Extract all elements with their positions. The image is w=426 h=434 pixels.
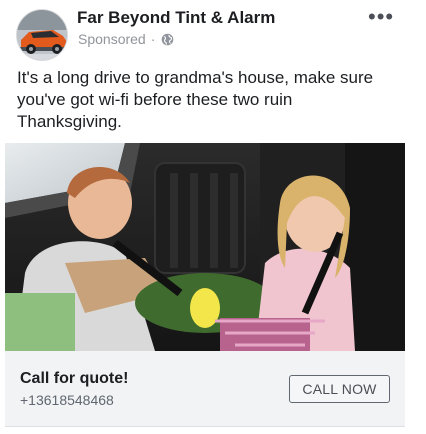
call-now-button[interactable]: CALL NOW [289,375,390,403]
sponsored-post: Far Beyond Tint & Alarm Sponsored · ••• … [0,0,426,434]
more-options-button[interactable]: ••• [368,6,394,32]
page-avatar[interactable] [16,9,68,61]
call-to-action-bar: Call for quote! +13618548468 CALL NOW [5,351,405,427]
kids-in-car-photo [5,143,405,351]
post-message: It's a long drive to grandma's house, ma… [17,68,374,131]
sponsored-label-row: Sponsored · [78,31,174,47]
post-header: Far Beyond Tint & Alarm Sponsored · ••• [16,6,410,61]
ad-photo[interactable] [5,143,405,351]
separator-dot: · [150,31,156,47]
cta-title: Call for quote! [20,370,129,387]
car-logo-image [17,10,67,60]
cta-phone-number: +13618548468 [20,392,114,408]
globe-icon[interactable] [161,33,174,46]
page-name-link[interactable]: Far Beyond Tint & Alarm [77,8,275,28]
sponsored-label[interactable]: Sponsored [78,31,146,47]
